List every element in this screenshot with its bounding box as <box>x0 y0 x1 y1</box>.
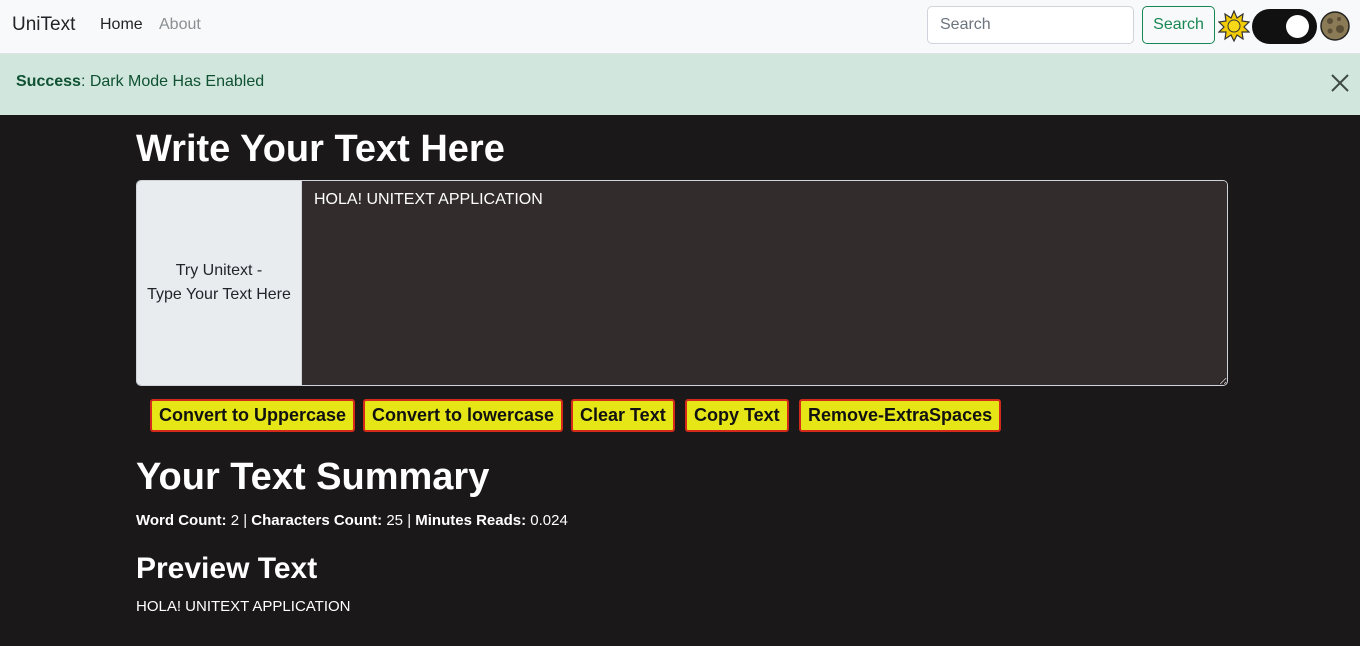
moon-icon[interactable] <box>1319 10 1351 42</box>
nav-link-home[interactable]: Home <box>100 16 143 34</box>
brand-link[interactable]: UniText <box>12 14 75 36</box>
word-count-label: Word Count: <box>136 512 227 529</box>
char-count-value: 25 <box>386 512 404 529</box>
input-label-line1: Try Unitext - <box>175 262 263 279</box>
sun-icon[interactable] <box>1217 9 1251 43</box>
success-alert: Success: Dark Mode Has Enabled <box>0 54 1360 115</box>
copy-text-button[interactable]: Copy Text <box>685 399 789 432</box>
alert-message: : Dark Mode Has Enabled <box>80 73 265 90</box>
navbar: UniText Home About Search <box>0 0 1360 54</box>
convert-uppercase-button[interactable]: Convert to Uppercase <box>150 399 356 432</box>
clear-text-button[interactable]: Clear Text <box>571 399 675 432</box>
close-icon[interactable] <box>1329 72 1351 94</box>
text-input-group: Try Unitext - Type Your Text Here HOLA! … <box>136 180 1228 386</box>
nav-link-about[interactable]: About <box>159 16 201 34</box>
search-input[interactable] <box>927 6 1134 44</box>
preview-heading: Preview Text <box>136 552 318 585</box>
minutes-label: Minutes Reads: <box>415 512 527 529</box>
page-title: Write Your Text Here <box>136 128 505 170</box>
separator: | <box>243 512 248 529</box>
search-button[interactable]: Search <box>1142 6 1215 44</box>
minutes-value: 0.024 <box>530 512 568 529</box>
remove-extra-spaces-button[interactable]: Remove-ExtraSpaces <box>799 399 1002 432</box>
text-summary: Word Count: 2 | Characters Count: 25 | M… <box>136 512 568 529</box>
separator: | <box>407 512 412 529</box>
char-count-label: Characters Count: <box>251 512 383 529</box>
word-count-value: 2 <box>230 512 240 529</box>
input-label-line2: Type Your Text Here <box>147 286 291 303</box>
alert-text: Success: Dark Mode Has Enabled <box>16 73 264 91</box>
toggle-knob <box>1286 15 1309 38</box>
alert-type: Success <box>16 73 81 90</box>
dark-mode-toggle[interactable] <box>1252 9 1317 44</box>
input-label: Try Unitext - Type Your Text Here <box>137 181 302 385</box>
convert-lowercase-button[interactable]: Convert to lowercase <box>363 399 564 432</box>
summary-heading: Your Text Summary <box>136 456 490 498</box>
text-textarea[interactable]: HOLA! UNITEXT APPLICATION <box>302 181 1227 385</box>
preview-text: HOLA! UNITEXT APPLICATION <box>136 598 351 615</box>
